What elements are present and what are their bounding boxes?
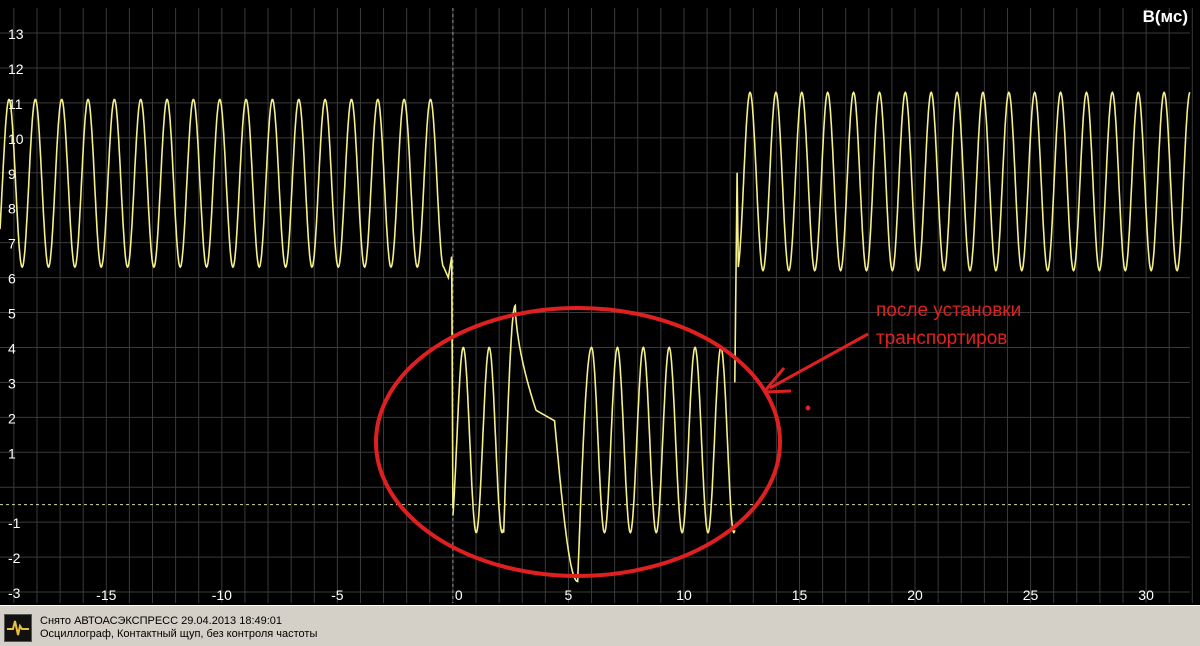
x-tick-label: 25 [1023,587,1039,603]
signal-trace-before [0,98,454,509]
y-tick-label: 3 [8,375,16,391]
y-tick-label: 5 [8,306,16,322]
x-tick-label: 0 [455,587,463,603]
oscilloscope-app-icon [4,614,32,642]
y-tick-label: -1 [8,515,21,531]
x-tick-label: 15 [792,587,808,603]
signal-series [0,91,1191,583]
y-tick-label: 8 [8,201,16,217]
y-axis-ticks: 13121110987654321-1-2-3 [8,26,24,601]
y-tick-label: 12 [8,61,24,77]
annotation-text-line1: после установки [876,300,1021,321]
y-tick-label: 7 [8,236,16,252]
x-tick-label: 10 [676,587,692,603]
status-bar: Снято АВТОАСЭКСПРЕСС 29.04.2013 18:49:01… [0,605,1200,645]
x-tick-label: -10 [212,587,232,603]
y-axis-unit-label: В(мс) [1143,7,1188,26]
status-mode-info: Осциллограф, Контактный щуп, без контрол… [40,628,318,640]
y-tick-label: -2 [8,550,21,566]
y-tick-label: 1 [8,445,16,461]
status-capture-info: Снято АВТОАСЭКСПРЕСС 29.04.2013 18:49:01 [40,615,283,627]
y-tick-label: -3 [8,585,21,601]
chart-canvas: 13121110987654321-1-2-3 -15 -10 -5 0 5 10 15 20… [0,7,1193,603]
x-tick-label: -5 [331,587,344,603]
y-tick-label: 2 [8,410,16,426]
highlight-ellipse [374,306,782,578]
x-tick-label: 5 [565,587,573,603]
signal-trace-disturbed [452,303,736,583]
y-tick-label: 4 [8,340,16,356]
x-tick-label: -15 [96,587,116,603]
y-tick-label: 10 [8,131,24,147]
annotation-overlay: после установки транспортиров [374,300,1021,578]
x-tick-label: 20 [907,587,923,603]
annotation-arrow-line [769,332,869,390]
y-tick-label: 6 [8,271,16,287]
annotation-text-line2: транспортиров [876,328,1007,349]
oscilloscope-chart: 13 12 11 10 9 8 7 6 5 4 3 2 1 -1 -2 -3 -15 -10 -5 0 5 10 15 20… [0,0,1200,605]
y-tick-label: 13 [8,26,24,42]
x-tick-label: 30 [1138,587,1154,603]
x-axis-ticks: -15 -10 -5 0 5 10 15 20 25 30 [96,587,1154,603]
annotation-dot [805,405,811,411]
